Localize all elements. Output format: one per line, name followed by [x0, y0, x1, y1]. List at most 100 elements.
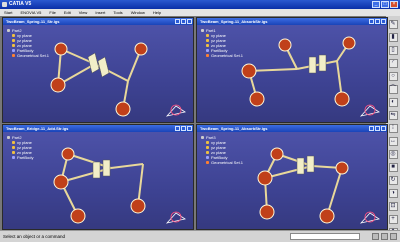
child-minimize-button[interactable] — [175, 19, 180, 24]
3d-viewport[interactable]: Part3 xy plane yz plane zx plane PartBod… — [197, 132, 387, 229]
child-minimize-button[interactable] — [369, 19, 374, 24]
menu-start[interactable]: Start — [0, 10, 16, 15]
plane-icon — [206, 44, 209, 47]
close-button[interactable]: × — [390, 1, 398, 8]
child-close-button[interactable] — [187, 126, 192, 131]
rib-icon[interactable]: ⌒ — [388, 85, 398, 94]
status-text: Select an object or a command — [3, 234, 66, 239]
mechanism-model[interactable] — [33, 29, 173, 121]
pad-icon[interactable]: ▮ — [388, 33, 398, 42]
body-icon — [12, 156, 15, 159]
child-maximize-button[interactable] — [375, 126, 380, 131]
part-icon — [201, 136, 204, 139]
body-icon — [12, 49, 15, 52]
3d-viewport[interactable]: Part2 xy plane yz plane zx plane PartBod… — [3, 25, 193, 122]
child-close-button[interactable] — [187, 19, 192, 24]
child-window-title-bar[interactable]: TwoBeam_Bridge-11_Add.Str.igs — [3, 125, 193, 132]
menu-bar: Start ENOVIA V5 File Edit View Insert To… — [0, 9, 400, 16]
apply-material-icon[interactable]: ■ — [388, 163, 398, 172]
maximize-button[interactable]: □ — [381, 1, 389, 8]
hide-show-icon[interactable]: ◑ — [388, 189, 398, 198]
plane-icon — [206, 141, 209, 144]
plane-icon — [206, 151, 209, 154]
compass-icon[interactable] — [359, 209, 381, 225]
update-icon[interactable]: ↻ — [388, 176, 398, 185]
plane-icon — [12, 141, 15, 144]
analysis-icon[interactable]: ◎ — [388, 150, 398, 159]
child-maximize-button[interactable] — [375, 19, 380, 24]
status-icon[interactable] — [372, 233, 379, 240]
window-controls: _ □ × — [372, 1, 398, 8]
child-minimize-button[interactable] — [369, 126, 374, 131]
power-input-field[interactable] — [290, 233, 360, 240]
child-window-title-bar[interactable]: TwoBeam_Spring-11_AbsorbStr.igs — [197, 18, 387, 25]
status-icon[interactable] — [390, 233, 397, 240]
compass-icon[interactable] — [165, 209, 187, 225]
minimize-button[interactable]: _ — [372, 1, 380, 8]
plane-icon — [206, 34, 209, 37]
child-window-title-bar[interactable]: TwoBeam_Spring-11_Str.igs — [3, 18, 193, 25]
child-window-title-bar[interactable]: TwoBeam_Spring-11_AbsorbStr.igs — [197, 125, 387, 132]
child-window-3[interactable]: TwoBeam_Bridge-11_Add.Str.igs Part2 xy p… — [2, 124, 194, 230]
measure-icon[interactable]: ↔ — [388, 137, 398, 146]
menu-edit[interactable]: Edit — [60, 10, 75, 15]
sketch-icon[interactable]: ✎ — [388, 20, 398, 29]
child-window-title: TwoBeam_Bridge-11_Add.Str.igs — [6, 126, 69, 131]
status-icons — [372, 233, 397, 240]
child-window-4[interactable]: TwoBeam_Spring-11_AbsorbStr.igs Part3 xy… — [196, 124, 388, 230]
status-icon[interactable] — [381, 233, 388, 240]
compass-icon[interactable] — [359, 102, 381, 118]
geometrical-set-icon — [206, 54, 209, 57]
compass-icon[interactable] — [165, 102, 187, 118]
menu-insert[interactable]: Insert — [91, 10, 109, 15]
plane-icon — [12, 39, 15, 42]
right-toolbar: ✎ ▮ ▯ ◜ ○ ⌒ ◐ ⇋ ⁞ ↔ ◎ ■ ↻ ◑ ⊡ + ✥ — [386, 16, 400, 237]
child-close-button[interactable] — [381, 126, 386, 131]
pocket-icon[interactable]: ▯ — [388, 46, 398, 55]
3d-viewport[interactable]: Part2 xy plane yz plane zx plane PartBod… — [3, 132, 193, 229]
3d-viewport[interactable]: Part1 xy plane yz plane zx plane PartBod… — [197, 25, 387, 122]
child-maximize-button[interactable] — [181, 19, 186, 24]
catia-app-icon — [2, 2, 7, 7]
menu-file[interactable]: File — [45, 10, 59, 15]
shaft-icon[interactable]: ◐ — [388, 98, 398, 107]
mechanism-model[interactable] — [33, 136, 173, 228]
body-icon — [206, 156, 209, 159]
mechanism-model[interactable] — [227, 136, 367, 228]
specification-tree: Part2 xy plane yz plane zx plane PartBod… — [7, 135, 33, 160]
part-icon — [201, 29, 204, 32]
part-icon — [7, 136, 10, 139]
child-maximize-button[interactable] — [181, 126, 186, 131]
part-icon — [7, 29, 10, 32]
child-window-title: TwoBeam_Spring-11_AbsorbStr.igs — [200, 19, 268, 24]
plane-icon — [12, 151, 15, 154]
geometrical-set-icon — [12, 54, 15, 57]
child-window-1[interactable]: TwoBeam_Spring-11_Str.igs Part2 xy plane… — [2, 17, 194, 123]
child-window-title: TwoBeam_Spring-11_AbsorbStr.igs — [200, 126, 268, 131]
app-title: CATIA V5 — [9, 1, 32, 7]
plane-icon — [12, 146, 15, 149]
body-icon — [206, 49, 209, 52]
plane-icon — [12, 34, 15, 37]
mechanism-model[interactable] — [227, 29, 367, 121]
status-bar: Select an object or a command — [0, 230, 400, 242]
fit-all-icon[interactable]: ⊡ — [388, 202, 398, 211]
menu-enovia[interactable]: ENOVIA V5 — [16, 10, 45, 15]
hole-icon[interactable]: ○ — [388, 72, 398, 81]
child-minimize-button[interactable] — [175, 126, 180, 131]
child-window-title: TwoBeam_Spring-11_Str.igs — [6, 19, 60, 24]
fillet-icon[interactable]: ◜ — [388, 59, 398, 68]
plane-icon — [12, 44, 15, 47]
menu-window[interactable]: Window — [127, 10, 149, 15]
child-close-button[interactable] — [381, 19, 386, 24]
pattern-icon[interactable]: ⁞ — [388, 124, 398, 133]
menu-help[interactable]: Help — [149, 10, 165, 15]
mirror-icon[interactable]: ⇋ — [388, 111, 398, 120]
app-title-bar: CATIA V5 _ □ × — [0, 0, 400, 9]
zoom-icon[interactable]: + — [388, 215, 398, 224]
menu-view[interactable]: View — [75, 10, 92, 15]
menu-tools[interactable]: Tools — [109, 10, 126, 15]
plane-icon — [206, 146, 209, 149]
child-window-2[interactable]: TwoBeam_Spring-11_AbsorbStr.igs Part1 xy… — [196, 17, 388, 123]
tree-item[interactable]: PartBody — [12, 155, 33, 160]
